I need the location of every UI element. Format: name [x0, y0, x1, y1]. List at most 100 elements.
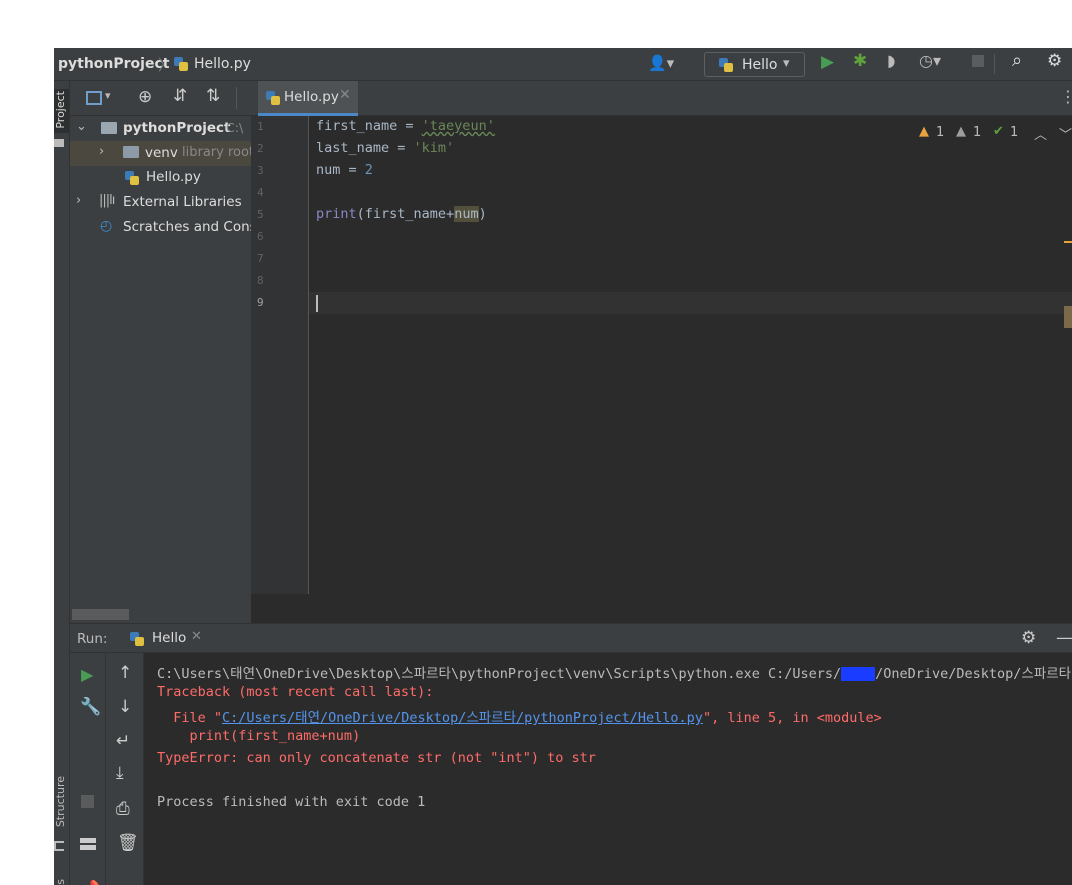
trash-icon[interactable]: 🗑	[117, 833, 139, 853]
expand-all-icon[interactable]: ⇵	[173, 86, 187, 106]
up-arrow-icon[interactable]: ↑	[118, 663, 132, 683]
code-line-5: print(first_name+num)	[316, 206, 487, 222]
breadcrumb-separator: 〉	[158, 56, 174, 74]
search-icon[interactable]: ⌕	[1012, 50, 1022, 71]
left-tool-strip: Project Structure marks	[54, 81, 70, 885]
line-number: 8	[257, 274, 264, 287]
scroll-thumb[interactable]	[1064, 306, 1072, 328]
warning-icon: ▲	[919, 124, 929, 139]
collapsed-arrow-icon[interactable]: ›	[76, 193, 81, 208]
inspection-widget[interactable]: ▲ 1 ▲ 1 ✔ 1 ︿ ﹀	[919, 124, 1072, 144]
typo-check-icon: ✔	[993, 124, 1004, 139]
ide-window: pythonProject 〉 Hello.py 👤▾ Hello ▾ ▶ ✱ …	[54, 48, 1072, 885]
profile-icon[interactable]: ◷▾	[919, 51, 941, 70]
line-number: 2	[257, 142, 264, 155]
error-stripe-mark[interactable]	[1064, 241, 1072, 243]
project-tool-label: Project	[54, 91, 67, 129]
collapse-all-icon[interactable]: ⇅	[206, 86, 220, 106]
line-number-gutter: 1 2 3 4 5 6 7 8 9	[251, 116, 309, 594]
run-console[interactable]: C:\Users\태연\OneDrive\Desktop\스파르타\python…	[144, 653, 1072, 885]
stop-run-icon[interactable]	[81, 795, 94, 808]
user-icon[interactable]: 👤▾	[648, 54, 674, 72]
tree-item-venv[interactable]: › venv library root	[70, 141, 251, 166]
python-file-icon	[130, 632, 144, 650]
project-panel: ▾ ⊕ ⇵ ⇅ ⌄ pythonProject C:\ › venv libra…	[70, 81, 251, 623]
run-tab-label: Hello	[152, 630, 187, 646]
run-icon[interactable]: ▶	[821, 52, 834, 72]
debug-icon[interactable]: ✱	[853, 51, 867, 71]
next-problem-icon[interactable]: ﹀	[1059, 124, 1072, 143]
layout-icon[interactable]	[80, 838, 96, 850]
minimize-icon[interactable]: —	[1056, 628, 1072, 648]
tree-label-project: pythonProject	[123, 120, 231, 136]
project-tool-tab[interactable]: Project	[54, 89, 69, 133]
tree-label-scratches: Scratches and Consoles	[123, 219, 251, 235]
tree-label-venv: venv	[145, 145, 178, 161]
view-mode-dropdown-icon[interactable]: ▾	[105, 89, 111, 102]
code-editor[interactable]: first_name = 'taeyeun' last_name = 'kim'…	[309, 116, 1072, 594]
scratches-icon: ◴	[100, 218, 113, 234]
run-settings-gear-icon[interactable]: ⚙	[1021, 628, 1036, 648]
editor-tab-bar: Hello.py ✕ ⋮	[251, 81, 1072, 116]
tree-item-hello-py[interactable]: Hello.py	[70, 166, 251, 190]
structure-tool-label[interactable]: Structure	[54, 776, 67, 827]
pin-icon[interactable]: 📌	[80, 879, 100, 885]
view-mode-icon[interactable]	[86, 91, 102, 105]
print-icon[interactable]: ⎙	[116, 799, 130, 819]
python-file-icon	[174, 57, 188, 75]
wrench-icon[interactable]: 🔧	[80, 697, 101, 717]
line-number: 3	[257, 164, 264, 177]
weak-warning-icon: ▲	[956, 124, 966, 139]
bookmarks-tool-label[interactable]: marks	[54, 879, 67, 885]
chevron-down-icon: ▾	[783, 56, 790, 71]
code-line-1: first_name = 'taeyeun'	[316, 118, 495, 134]
redacted-scribble	[841, 667, 876, 681]
locate-icon[interactable]: ⊕	[138, 87, 152, 107]
run-label: Run:	[77, 631, 108, 647]
down-arrow-icon[interactable]: ↓	[118, 697, 132, 717]
close-run-tab-icon[interactable]: ✕	[191, 629, 202, 644]
tree-venv-hint: library root	[182, 145, 251, 160]
tree-item-project-root[interactable]: ⌄ pythonProject C:\	[70, 117, 251, 141]
line-number-current: 9	[257, 296, 264, 309]
breadcrumb-file[interactable]: Hello.py	[194, 56, 251, 72]
breadcrumb-project[interactable]: pythonProject	[58, 56, 169, 72]
soft-wrap-icon[interactable]: ↵	[116, 731, 130, 751]
horizontal-scrollbar[interactable]	[72, 609, 129, 620]
traceback-file-link[interactable]: C:/Users/태연/OneDrive/Desktop/스파르타/python…	[222, 710, 703, 726]
python-file-icon	[125, 171, 139, 189]
tree-item-scratches[interactable]: ◴ Scratches and Consoles	[70, 215, 251, 240]
run-toolbar-left: ▶ 🔧 📌	[70, 653, 106, 885]
weak-warning-count: 1	[973, 125, 982, 140]
stop-icon[interactable]	[972, 55, 984, 67]
rerun-icon[interactable]: ▶	[81, 665, 93, 684]
tree-item-external-libraries[interactable]: › |||lı External Libraries	[70, 190, 251, 215]
console-command-line: C:\Users\태연\OneDrive\Desktop\스파르타\python…	[157, 666, 1072, 682]
settings-gear-icon[interactable]: ⚙	[1047, 51, 1062, 71]
expand-arrow-icon[interactable]: ⌄	[76, 119, 87, 134]
folder-icon	[101, 122, 117, 134]
tree-path-hint: C:\	[226, 120, 244, 135]
current-line-highlight	[309, 292, 1072, 314]
tab-hello-py[interactable]: Hello.py ✕	[258, 81, 358, 116]
line-number: 7	[257, 252, 264, 265]
previous-problem-icon[interactable]: ︿	[1034, 124, 1047, 143]
scroll-to-end-icon[interactable]: ⤓	[116, 763, 124, 783]
text-cursor	[316, 295, 318, 312]
tree-label-file: Hello.py	[146, 169, 201, 185]
run-toolbar-right: ↑ ↓ ↵ ⤓ ⎙ 🗑	[106, 653, 144, 885]
console-error-message: TypeError: can only concatenate str (not…	[157, 750, 596, 766]
typo-count: 1	[1010, 125, 1019, 140]
project-tab-icon	[54, 139, 64, 147]
run-config-selector[interactable]: Hello ▾	[704, 52, 805, 77]
more-options-icon[interactable]: ⋮	[1060, 87, 1072, 106]
run-toolwindow-header: Run: Hello ✕ ⚙ —	[70, 623, 1072, 653]
editor-bottom-area	[251, 594, 1072, 623]
folder-icon	[123, 146, 139, 158]
collapsed-arrow-icon[interactable]: ›	[99, 144, 104, 159]
coverage-icon[interactable]: ◗	[887, 51, 895, 70]
tab-label: Hello.py	[284, 89, 339, 105]
run-tab-hello[interactable]: Hello ✕	[130, 624, 210, 653]
panel-divider	[236, 87, 237, 109]
close-tab-icon[interactable]: ✕	[339, 87, 351, 103]
